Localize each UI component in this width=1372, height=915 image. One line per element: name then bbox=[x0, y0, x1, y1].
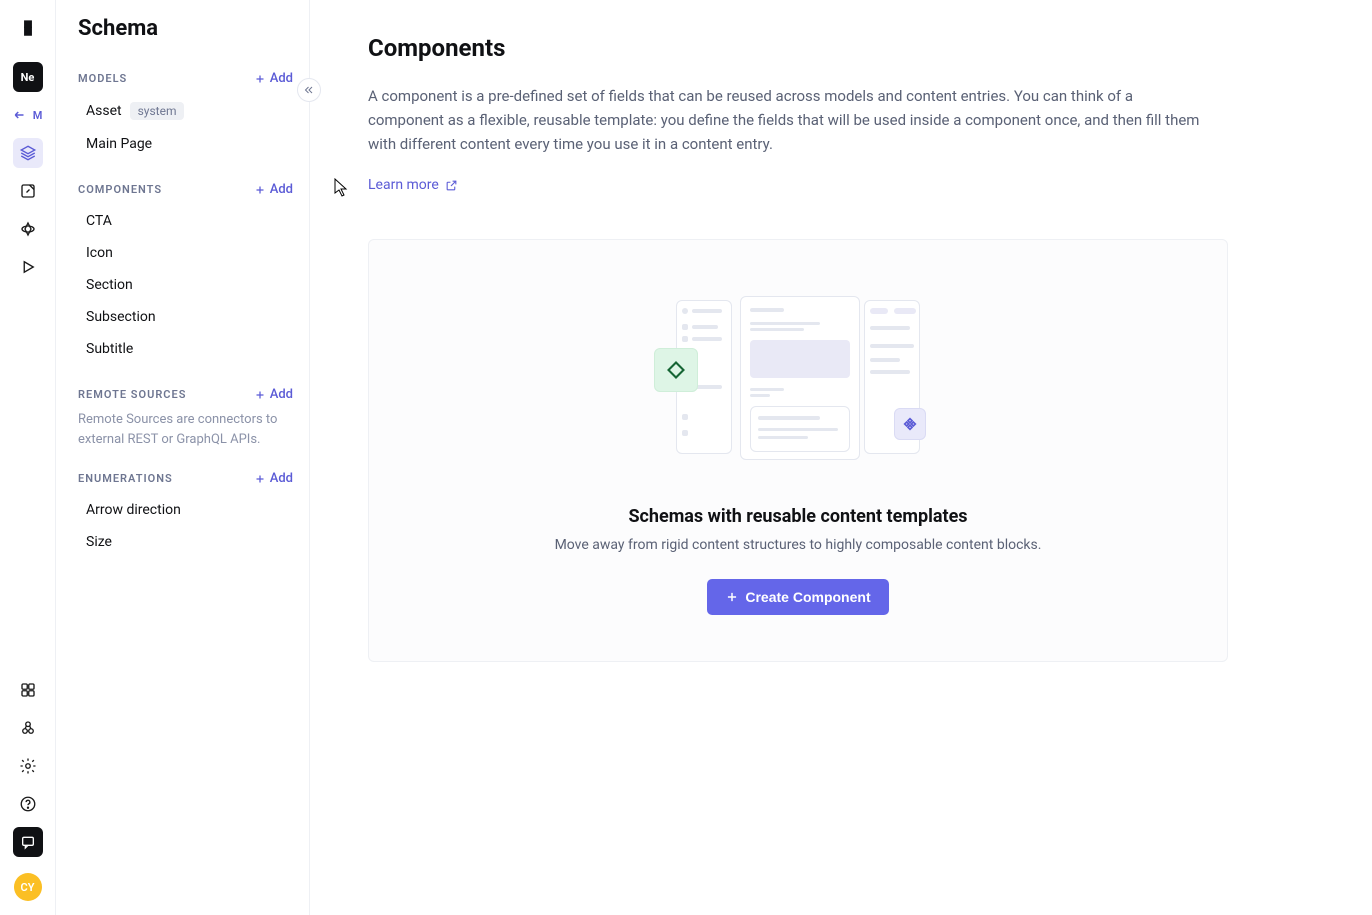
nav-play[interactable] bbox=[13, 252, 43, 282]
chevron-double-left-icon bbox=[303, 84, 315, 96]
add-component-button[interactable]: Add bbox=[254, 182, 293, 197]
plus-icon bbox=[254, 184, 266, 196]
model-item-main-page[interactable]: Main Page bbox=[78, 128, 293, 160]
component-label: Section bbox=[86, 277, 133, 293]
diamond-icon bbox=[666, 360, 686, 380]
component-item-cta[interactable]: CTA bbox=[78, 205, 293, 237]
nav-schema[interactable] bbox=[13, 138, 43, 168]
component-icon bbox=[902, 416, 918, 432]
main-content: Components A component is a pre-defined … bbox=[310, 0, 1372, 915]
component-label: CTA bbox=[86, 213, 112, 229]
component-label: Subsection bbox=[86, 309, 156, 325]
plus-icon bbox=[254, 473, 266, 485]
plus-icon bbox=[254, 389, 266, 401]
create-component-button[interactable]: Create Component bbox=[707, 579, 888, 615]
environment-badge[interactable]: M bbox=[13, 100, 43, 130]
collapse-sidebar-button[interactable] bbox=[297, 78, 321, 102]
empty-state-subtitle: Move away from rigid content structures … bbox=[405, 537, 1191, 553]
system-tag: system bbox=[130, 102, 185, 120]
environment-badge-label: M bbox=[33, 109, 43, 122]
nav-chat[interactable] bbox=[13, 827, 43, 857]
remote-sources-header: REMOTE SOURCES Add bbox=[78, 387, 293, 402]
nav-help[interactable] bbox=[13, 789, 43, 819]
enum-item-size[interactable]: Size bbox=[78, 526, 293, 558]
external-link-icon bbox=[445, 179, 458, 192]
nav-apps[interactable] bbox=[13, 675, 43, 705]
project-badge[interactable]: Ne bbox=[13, 62, 43, 92]
model-label: Asset bbox=[86, 103, 122, 119]
add-label: Add bbox=[270, 471, 293, 486]
add-label: Add bbox=[270, 71, 293, 86]
page-title: Components bbox=[368, 34, 1314, 62]
enum-item-arrow-direction[interactable]: Arrow direction bbox=[78, 494, 293, 526]
component-label: Icon bbox=[86, 245, 113, 261]
add-model-button[interactable]: Add bbox=[254, 71, 293, 86]
plus-icon bbox=[254, 73, 266, 85]
add-remote-source-button[interactable]: Add bbox=[254, 387, 293, 402]
learn-more-label: Learn more bbox=[368, 177, 439, 193]
app-logo[interactable] bbox=[14, 14, 42, 42]
models-label: MODELS bbox=[78, 72, 127, 85]
enumerations-header: ENUMERATIONS Add bbox=[78, 471, 293, 486]
remote-sources-note: Remote Sources are connectors to externa… bbox=[78, 410, 293, 449]
component-item-icon[interactable]: Icon bbox=[78, 237, 293, 269]
components-header: COMPONENTS Add bbox=[78, 182, 293, 197]
empty-state-card: Schemas with reusable content templates … bbox=[368, 239, 1228, 662]
nav-assets[interactable] bbox=[13, 214, 43, 244]
plus-icon bbox=[725, 590, 739, 604]
nav-content[interactable] bbox=[13, 176, 43, 206]
page-description: A component is a pre-defined set of fiel… bbox=[368, 84, 1208, 156]
component-label: Subtitle bbox=[86, 341, 133, 357]
user-avatar[interactable]: CY bbox=[14, 873, 42, 901]
empty-state-illustration bbox=[668, 296, 928, 476]
sidebar: Schema MODELS Add Asset system Main Page… bbox=[56, 0, 310, 915]
add-label: Add bbox=[270, 387, 293, 402]
empty-state-title: Schemas with reusable content templates bbox=[405, 506, 1191, 527]
nav-settings[interactable] bbox=[13, 751, 43, 781]
model-label: Main Page bbox=[86, 136, 152, 152]
sidebar-title: Schema bbox=[78, 16, 293, 41]
enumerations-label: ENUMERATIONS bbox=[78, 472, 173, 485]
component-item-section[interactable]: Section bbox=[78, 269, 293, 301]
remote-sources-label: REMOTE SOURCES bbox=[78, 388, 186, 401]
component-item-subtitle[interactable]: Subtitle bbox=[78, 333, 293, 365]
learn-more-link[interactable]: Learn more bbox=[368, 177, 458, 193]
enum-label: Arrow direction bbox=[86, 502, 181, 518]
add-label: Add bbox=[270, 182, 293, 197]
nav-webhooks[interactable] bbox=[13, 713, 43, 743]
component-item-subsection[interactable]: Subsection bbox=[78, 301, 293, 333]
add-enumeration-button[interactable]: Add bbox=[254, 471, 293, 486]
model-item-asset[interactable]: Asset system bbox=[78, 94, 293, 128]
components-label: COMPONENTS bbox=[78, 183, 162, 196]
enum-label: Size bbox=[86, 534, 112, 550]
nav-rail: Ne M bbox=[0, 0, 56, 915]
models-header: MODELS Add bbox=[78, 71, 293, 86]
create-component-label: Create Component bbox=[745, 589, 870, 605]
